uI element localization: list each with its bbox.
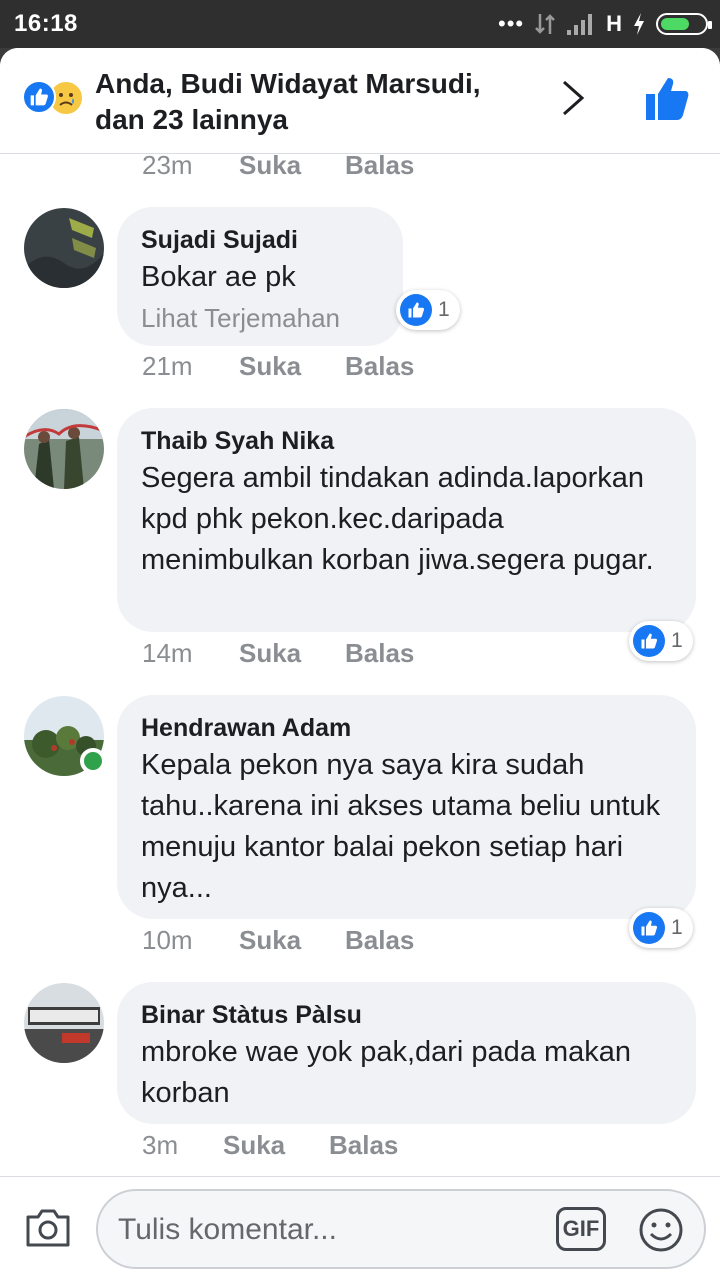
status-icons: ••• H — [498, 10, 712, 38]
charging-icon — [634, 13, 644, 35]
network-type: H — [606, 11, 622, 36]
comment-meta: 23m Suka Balas — [142, 150, 462, 184]
signal-icon — [567, 14, 593, 35]
comment-time: 21m — [142, 351, 193, 381]
comment-text: Kepala pekon nya saya kira sudah tahu..k… — [141, 749, 661, 904]
comment-bubble[interactable]: Hendrawan Adam Kepala pekon nya saya kir… — [117, 695, 696, 919]
comment-meta: 10m Suka Balas — [142, 925, 462, 959]
comment-time: 23m — [142, 150, 193, 180]
comment-bubble[interactable]: Binar Stàtus Pàlsu mbroke wae yok pak,da… — [117, 982, 696, 1124]
comment-time: 10m — [142, 925, 193, 955]
comment-input-placeholder[interactable]: Tulis komentar... — [118, 1213, 337, 1247]
see-translation-link[interactable]: Lihat Terjemahan — [141, 300, 379, 336]
comment-time: 14m — [142, 638, 193, 668]
reactions-title[interactable]: Anda, Budi Widayat Marsudi, dan 23 lainn… — [95, 66, 535, 138]
camera-icon[interactable] — [24, 1205, 72, 1249]
comment-meta: 3m Suka Balas — [142, 1130, 462, 1164]
reaction-summary[interactable] — [22, 80, 92, 116]
comment-composer: Tulis komentar... GIF — [0, 1176, 720, 1280]
comment-time: 3m — [142, 1130, 179, 1160]
chevron-right-icon[interactable] — [554, 76, 594, 120]
reply-link[interactable]: Balas — [345, 150, 414, 181]
like-icon — [22, 80, 56, 114]
reply-link[interactable]: Balas — [345, 351, 414, 382]
data-arrows-icon — [535, 14, 555, 34]
avatar[interactable] — [24, 208, 104, 288]
comment-bubble[interactable]: Sujadi Sujadi Bokar ae pk Lihat Terjemah… — [117, 207, 403, 346]
comment-meta: 21m Suka Balas — [142, 351, 462, 385]
like-button[interactable] — [642, 74, 692, 124]
gif-button[interactable]: GIF — [556, 1207, 606, 1251]
avatar[interactable] — [24, 983, 104, 1063]
battery-icon — [656, 13, 712, 35]
reaction-count[interactable]: 1 — [629, 908, 693, 948]
reaction-count[interactable]: 1 — [629, 621, 693, 661]
status-bar: 16:18 ••• H — [0, 0, 720, 48]
avatar[interactable] — [24, 409, 104, 489]
like-link[interactable]: Suka — [239, 925, 301, 956]
like-link[interactable]: Suka — [239, 351, 301, 382]
comment-author[interactable]: Sujadi Sujadi — [141, 225, 379, 255]
like-icon — [633, 625, 665, 657]
comment-text: mbroke wae yok pak,dari pada makan korba… — [141, 1036, 632, 1109]
comment-bubble[interactable]: Thaib Syah Nika Segera ambil tindakan ad… — [117, 408, 696, 632]
reactions-header[interactable]: Anda, Budi Widayat Marsudi, dan 23 lainn… — [0, 48, 720, 154]
like-link[interactable]: Suka — [223, 1130, 285, 1161]
comment-text: Bokar ae pk — [141, 261, 296, 293]
comment-meta: 14m Suka Balas — [142, 638, 462, 672]
comments-panel: Anda, Budi Widayat Marsudi, dan 23 lainn… — [0, 48, 720, 1280]
status-time: 16:18 — [14, 10, 78, 37]
like-link[interactable]: Suka — [239, 150, 301, 181]
comment-text: Segera ambil tindakan adinda.laporkan kp… — [141, 462, 654, 576]
comment-author[interactable]: Binar Stàtus Pàlsu — [141, 1000, 672, 1030]
comment-author[interactable]: Hendrawan Adam — [141, 713, 672, 743]
reply-link[interactable]: Balas — [329, 1130, 398, 1161]
reaction-count[interactable]: 1 — [396, 290, 460, 330]
emoji-icon[interactable] — [638, 1207, 684, 1253]
like-link[interactable]: Suka — [239, 638, 301, 669]
comment-input[interactable]: Tulis komentar... GIF — [96, 1189, 706, 1269]
reply-link[interactable]: Balas — [345, 638, 414, 669]
more-dots-icon: ••• — [498, 11, 525, 36]
online-status-icon — [80, 748, 106, 774]
like-icon — [633, 912, 665, 944]
like-icon — [400, 294, 432, 326]
reply-link[interactable]: Balas — [345, 925, 414, 956]
comment-author[interactable]: Thaib Syah Nika — [141, 426, 672, 456]
